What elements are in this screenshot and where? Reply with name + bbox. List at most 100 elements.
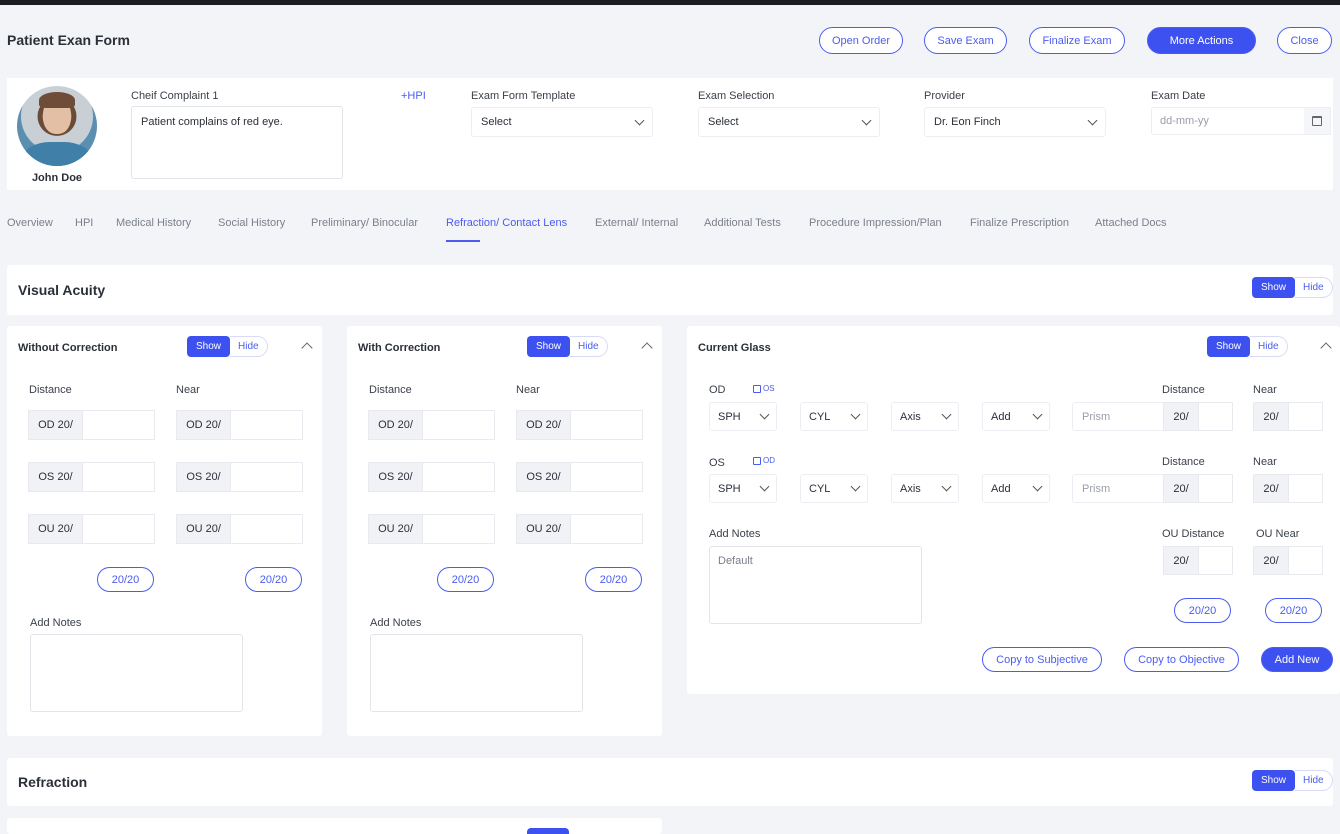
calendar-button[interactable]: [1304, 107, 1331, 135]
hide-button[interactable]: Hide: [1295, 770, 1333, 791]
tab-external-internal[interactable]: External/ Internal: [595, 217, 678, 229]
notes-textarea[interactable]: [370, 634, 583, 712]
near-2020-button[interactable]: 20/20: [585, 567, 642, 592]
od-near-input[interactable]: [571, 410, 643, 440]
hide-button[interactable]: Hide: [1250, 336, 1288, 357]
tab-additional-tests[interactable]: Additional Tests: [704, 217, 781, 229]
copy-to-subjective-button[interactable]: Copy to Subjective: [982, 647, 1102, 672]
copy-od-link[interactable]: OD: [753, 456, 775, 465]
exam-selection-select[interactable]: Select: [698, 107, 880, 137]
ou-distance-field[interactable]: OU 20/: [368, 514, 495, 544]
os-distance-input[interactable]: [1199, 474, 1233, 503]
tab-finalize-prescription[interactable]: Finalize Prescription: [970, 217, 1069, 229]
os-sph-select[interactable]: SPH: [709, 474, 777, 503]
exam-date-input[interactable]: dd-mm-yy: [1151, 107, 1306, 135]
os-distance-input[interactable]: [423, 462, 495, 492]
os-near-input[interactable]: [1289, 474, 1323, 503]
os-distance-input[interactable]: [83, 462, 155, 492]
collapse-icon[interactable]: [641, 342, 653, 354]
exam-form-template-select[interactable]: Select: [471, 107, 653, 137]
od-near-input[interactable]: [1289, 402, 1323, 431]
ou-distance-input[interactable]: [83, 514, 155, 544]
od-near-field[interactable]: OD 20/: [176, 410, 303, 440]
tab-hpi[interactable]: HPI: [75, 217, 93, 229]
ou-near-field[interactable]: 20/: [1253, 546, 1323, 575]
ou-distance-2020-button[interactable]: 20/20: [1174, 598, 1231, 623]
od-near-field[interactable]: 20/: [1253, 402, 1323, 431]
tab-medical-history[interactable]: Medical History: [116, 217, 191, 229]
close-button[interactable]: Close: [1277, 27, 1332, 54]
ou-near-field[interactable]: OU 20/: [516, 514, 643, 544]
finalize-exam-button[interactable]: Finalize Exam: [1029, 27, 1125, 54]
od-near-field[interactable]: OD 20/: [516, 410, 643, 440]
od-distance-input[interactable]: [83, 410, 155, 440]
distance-2020-button[interactable]: 20/20: [437, 567, 494, 592]
open-order-button[interactable]: Open Order: [819, 27, 903, 54]
os-distance-field[interactable]: OS 20/: [368, 462, 495, 492]
od-distance-field[interactable]: OD 20/: [368, 410, 495, 440]
copy-os-link[interactable]: OS: [753, 384, 775, 393]
od-axis-select[interactable]: Axis: [891, 402, 959, 431]
show-button[interactable]: Show: [527, 336, 571, 357]
add-new-button[interactable]: Add New: [1261, 647, 1333, 672]
distance-2020-button[interactable]: 20/20: [97, 567, 154, 592]
os-near-field[interactable]: OS 20/: [176, 462, 303, 492]
provider-select[interactable]: Dr. Eon Finch: [924, 107, 1106, 137]
collapse-icon[interactable]: [1320, 342, 1332, 354]
ou-near-field[interactable]: OU 20/: [176, 514, 303, 544]
os-prefix: OS 20/: [28, 462, 83, 492]
os-near-input[interactable]: [571, 462, 643, 492]
tab-social-history[interactable]: Social History: [218, 217, 285, 229]
show-button[interactable]: Show: [1207, 336, 1251, 357]
ou-near-input[interactable]: [231, 514, 303, 544]
hide-button[interactable]: Hide: [1295, 277, 1333, 298]
copy-to-objective-button[interactable]: Copy to Objective: [1124, 647, 1239, 672]
hide-button[interactable]: Hide: [230, 336, 268, 357]
os-distance-field[interactable]: 20/: [1163, 474, 1233, 503]
ou-near-input[interactable]: [571, 514, 643, 544]
collapse-icon[interactable]: [301, 342, 313, 354]
near-2020-button[interactable]: 20/20: [245, 567, 302, 592]
od-cyl-select[interactable]: CYL: [800, 402, 868, 431]
ou-near-input[interactable]: [1289, 546, 1323, 575]
os-axis-select[interactable]: Axis: [891, 474, 959, 503]
od-prism-input[interactable]: Prism: [1072, 402, 1164, 431]
ou-distance-input[interactable]: [423, 514, 495, 544]
hide-button[interactable]: Hide: [570, 336, 608, 357]
tab-attached-docs[interactable]: Attached Docs: [1095, 217, 1167, 229]
od-sph-select[interactable]: SPH: [709, 402, 777, 431]
ou-near-2020-button[interactable]: 20/20: [1265, 598, 1322, 623]
os-near-field[interactable]: 20/: [1253, 474, 1323, 503]
od-near-input[interactable]: [231, 410, 303, 440]
tab-preliminary-binocular[interactable]: Preliminary/ Binocular: [311, 217, 418, 229]
od-add-select[interactable]: Add: [982, 402, 1050, 431]
os-distance-field[interactable]: OS 20/: [28, 462, 155, 492]
show-button[interactable]: Show: [1252, 770, 1296, 791]
ou-distance-field[interactable]: 20/: [1163, 546, 1233, 575]
os-add-select[interactable]: Add: [982, 474, 1050, 503]
od-distance-input[interactable]: [1199, 402, 1233, 431]
show-button[interactable]: Show: [187, 336, 231, 357]
os-prism-input[interactable]: Prism: [1072, 474, 1164, 503]
show-button[interactable]: Show: [1252, 277, 1296, 298]
ou-distance-field[interactable]: OU 20/: [28, 514, 155, 544]
os-near-input[interactable]: [231, 462, 303, 492]
tab-refraction-contact-lens[interactable]: Refraction/ Contact Lens: [446, 217, 567, 229]
show-button-partial[interactable]: [527, 828, 569, 834]
ou-distance-input[interactable]: [1199, 546, 1233, 575]
od-distance-field[interactable]: OD 20/: [28, 410, 155, 440]
more-actions-button[interactable]: More Actions: [1147, 27, 1256, 54]
os-cyl-select[interactable]: CYL: [800, 474, 868, 503]
od-distance-field[interactable]: 20/: [1163, 402, 1233, 431]
od-distance-input[interactable]: [423, 410, 495, 440]
exam-tabs: Overview HPI Medical History Social Hist…: [0, 212, 1340, 246]
ou-distance-label: OU Distance: [1162, 528, 1225, 540]
save-exam-button[interactable]: Save Exam: [924, 27, 1007, 54]
chief-complaint-input[interactable]: Patient complains of red eye.: [131, 106, 343, 179]
os-near-field[interactable]: OS 20/: [516, 462, 643, 492]
add-hpi-link[interactable]: +HPI: [401, 90, 426, 102]
notes-textarea[interactable]: Default: [709, 546, 922, 624]
tab-procedure-impression-plan[interactable]: Procedure Impression/Plan: [809, 217, 942, 229]
tab-overview[interactable]: Overview: [7, 217, 53, 229]
notes-textarea[interactable]: [30, 634, 243, 712]
